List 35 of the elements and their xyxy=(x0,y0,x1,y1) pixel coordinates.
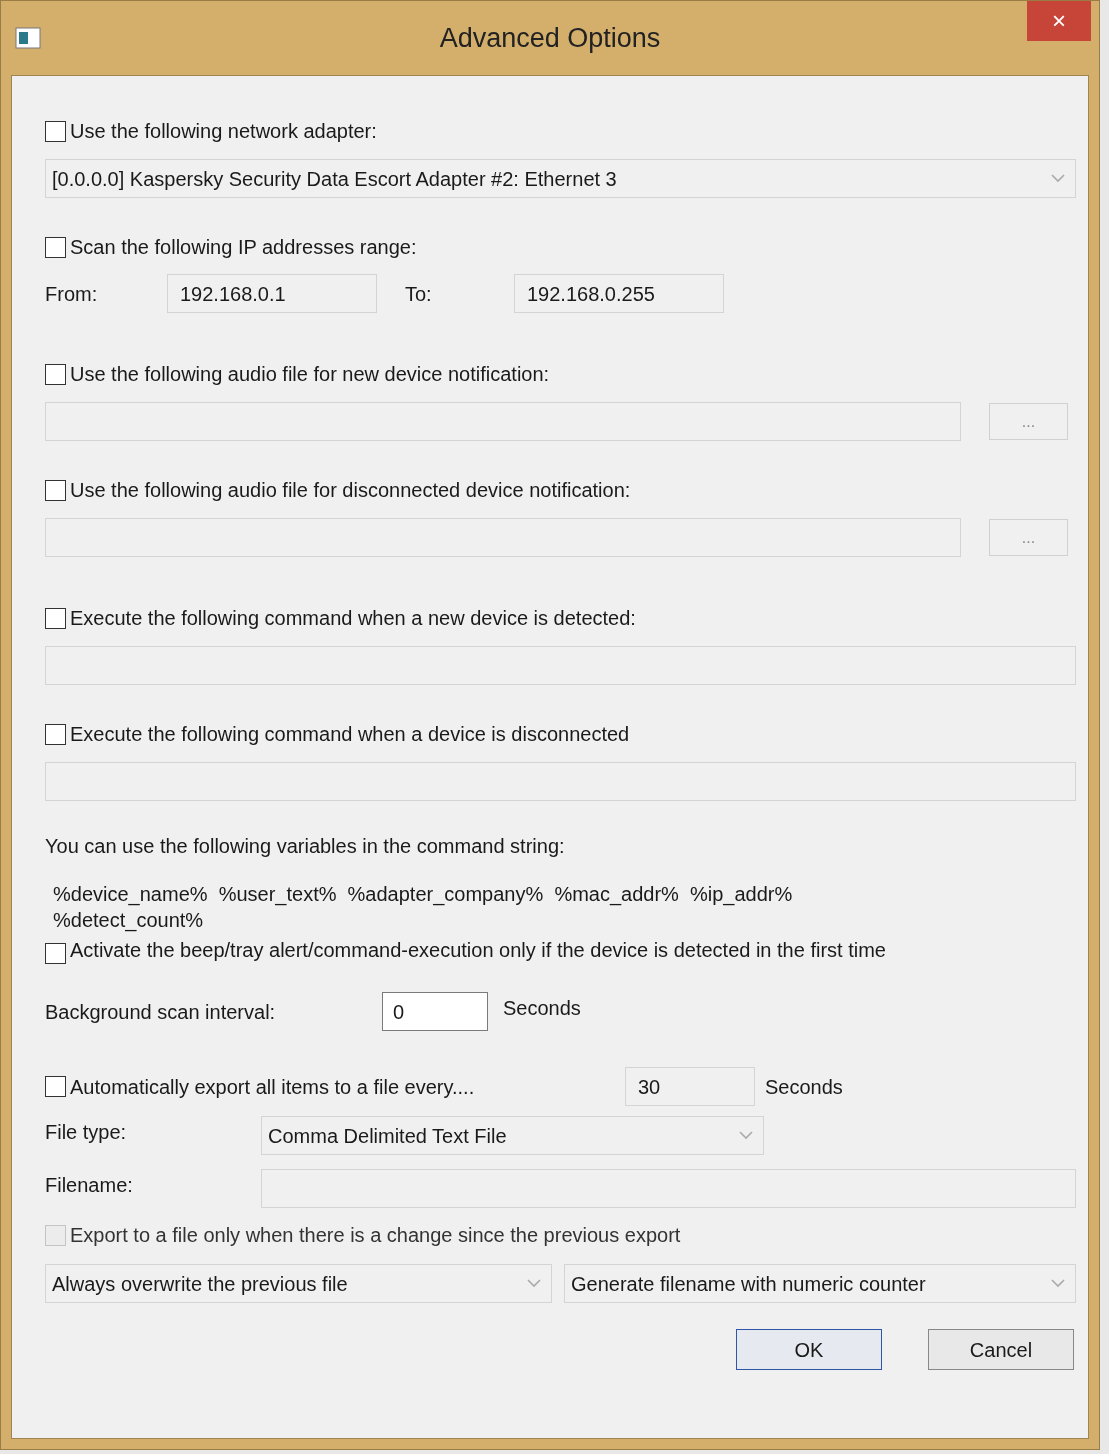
checkbox[interactable] xyxy=(45,479,66,501)
chevron-down-icon xyxy=(1051,1279,1065,1288)
dialog-button[interactable]: Cancel xyxy=(928,1329,1074,1370)
text-field[interactable]: 0 xyxy=(382,992,488,1031)
checkbox-label: Execute the following command when a device is disconnected xyxy=(70,722,630,747)
checkbox[interactable] xyxy=(45,607,66,629)
checkbox[interactable] xyxy=(45,943,66,964)
checkbox[interactable] xyxy=(45,236,66,258)
app-icon xyxy=(15,27,41,49)
checkbox-label: Scan the following IP addresses range: xyxy=(70,235,417,260)
file-type-label: File type: xyxy=(45,1119,128,1145)
variables-list: %device_name% %user_text% %adapter_company% %mac_addr% %ip_addr% %detect_count% xyxy=(45,881,905,933)
close-button[interactable]: × xyxy=(1027,1,1091,41)
seconds-label: Seconds xyxy=(503,995,581,1021)
from-label: From: xyxy=(45,281,99,307)
dialog-button[interactable]: OK xyxy=(736,1329,882,1370)
checkbox[interactable] xyxy=(45,723,66,745)
checkbox-label: Activate the beep/tray alert/command-execution only if the device is detected in the first time xyxy=(70,938,887,963)
variables-hint: You can use the following variables in the command string: xyxy=(45,834,566,859)
chevron-down-icon xyxy=(1051,174,1065,183)
chevron-down-icon xyxy=(527,1279,541,1288)
checkbox-label: Use the following audio file for disconnected device notification: xyxy=(70,478,631,503)
seconds-label: Seconds xyxy=(765,1074,843,1100)
scan-interval-label: Background scan interval: xyxy=(45,999,277,1025)
checkbox-label: Automatically export all items to a file every.... xyxy=(70,1074,475,1100)
chevron-down-icon xyxy=(739,1131,753,1140)
checkbox-label: Use the following audio file for new device notification: xyxy=(70,362,550,387)
checkbox-label: Export to a file only when there is a change since the previous export xyxy=(70,1223,681,1248)
checkbox-label: Execute the following command when a new device is detected: xyxy=(70,606,636,631)
filename-label: Filename: xyxy=(45,1172,134,1198)
checkbox[interactable] xyxy=(45,120,66,142)
to-label: To: xyxy=(404,281,433,307)
checkbox-label: Use the following network adapter: xyxy=(70,119,377,144)
checkbox[interactable] xyxy=(45,363,66,385)
window-title: Advanced Options xyxy=(439,21,661,55)
